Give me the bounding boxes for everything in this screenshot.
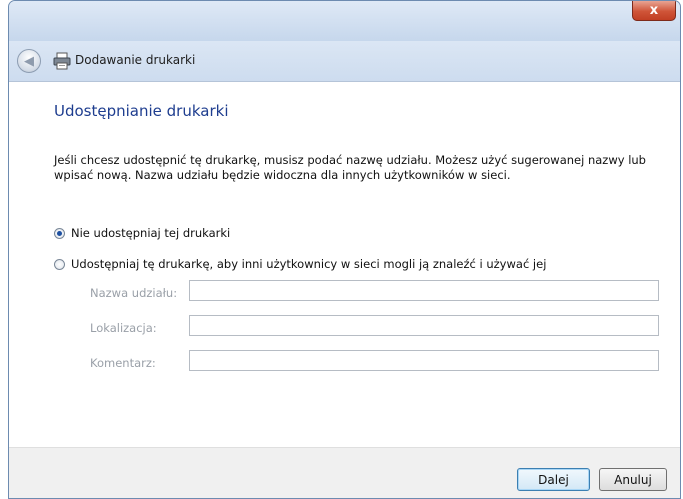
page-description: Jeśli chcesz udostępnić tę drukarkę, mus… xyxy=(54,153,646,182)
add-printer-window: x ◀ Dodawanie drukarki Udostępnianie dru… xyxy=(8,0,681,499)
close-icon: x xyxy=(649,3,659,18)
title-bar: x xyxy=(9,1,680,41)
navigation-bar: ◀ Dodawanie drukarki xyxy=(9,41,680,81)
comment-label: Komentarz: xyxy=(90,356,156,370)
share-name-input[interactable] xyxy=(189,280,659,301)
radio-button[interactable] xyxy=(54,258,65,270)
printer-icon xyxy=(53,52,71,70)
share-name-label: Nazwa udziału: xyxy=(90,286,178,300)
wizard-title: Dodawanie drukarki xyxy=(75,53,196,67)
radio-do-not-share[interactable]: Nie udostępniaj tej drukarki xyxy=(54,226,230,240)
location-label: Lokalizacja: xyxy=(90,321,157,335)
wizard-content: Udostępnianie drukarki Jeśli chcesz udos… xyxy=(9,81,680,448)
cancel-button[interactable]: Anuluj xyxy=(599,468,667,491)
location-input[interactable] xyxy=(189,315,659,336)
comment-input[interactable] xyxy=(189,350,659,371)
button-bar: Dalej Anuluj xyxy=(9,447,680,498)
back-button[interactable]: ◀ xyxy=(17,49,41,73)
close-button[interactable]: x xyxy=(632,1,676,21)
radio-label: Udostępniaj tę drukarkę, aby inni użytko… xyxy=(71,257,547,271)
back-arrow-icon: ◀ xyxy=(24,53,34,69)
radio-share[interactable]: Udostępniaj tę drukarkę, aby inni użytko… xyxy=(54,257,546,271)
radio-button-checked[interactable] xyxy=(54,227,65,239)
radio-label: Nie udostępniaj tej drukarki xyxy=(71,226,231,240)
next-button[interactable]: Dalej xyxy=(517,468,590,491)
page-title: Udostępnianie drukarki xyxy=(54,102,229,120)
